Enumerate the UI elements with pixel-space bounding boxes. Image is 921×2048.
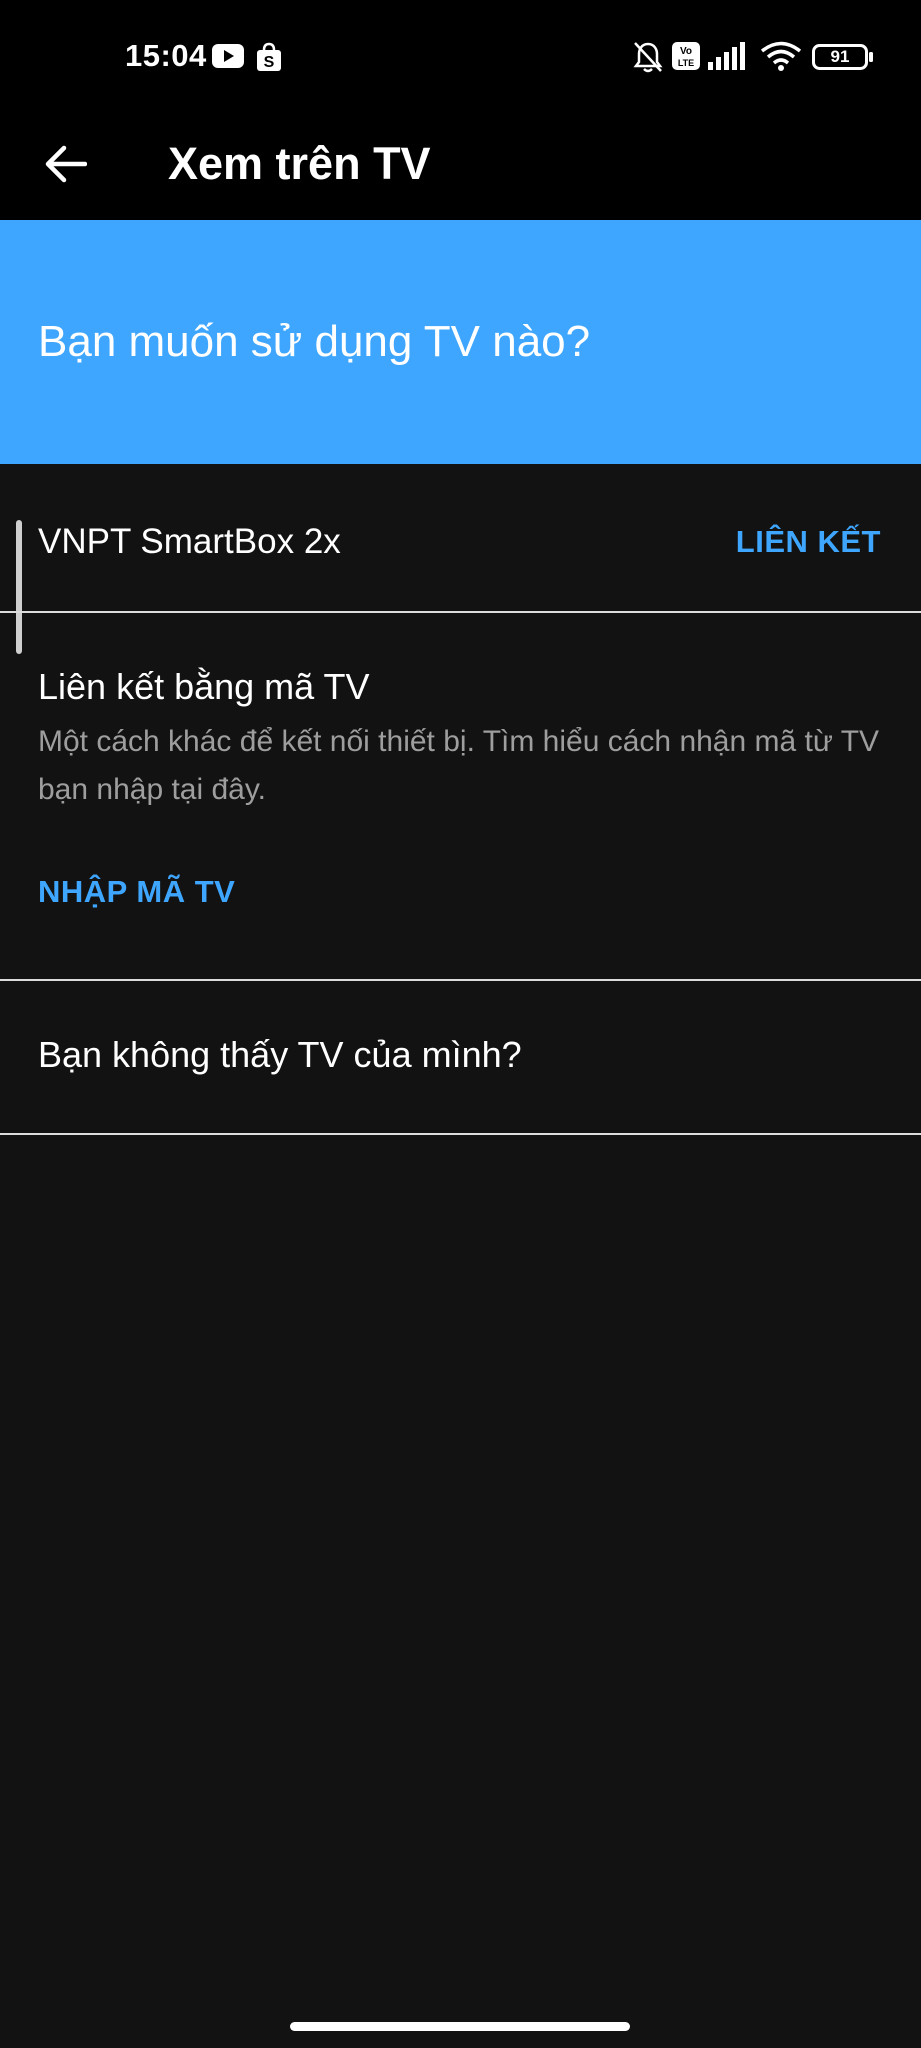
status-bar: 15:04 S Vo LTE 91 <box>0 0 921 112</box>
svg-text:S: S <box>264 54 275 71</box>
divider <box>0 1133 921 1135</box>
tv-not-found-row[interactable]: Bạn không thấy TV của mình? <box>0 980 921 1130</box>
shopee-icon: S <box>256 42 282 77</box>
bell-off-icon <box>632 40 664 79</box>
app-bar: Xem trên TV <box>0 112 921 220</box>
home-indicator[interactable] <box>290 2022 630 2031</box>
battery-icon: 91 <box>812 44 874 70</box>
battery-level: 91 <box>830 47 850 66</box>
tv-code-title: Liên kết bằng mã TV <box>38 666 370 707</box>
back-button[interactable] <box>34 132 98 196</box>
page-title: Xem trên TV <box>168 138 431 189</box>
divider <box>0 611 921 613</box>
volte-icon: Vo LTE <box>672 42 700 75</box>
device-row[interactable]: VNPT SmartBox 2x LIÊN KẾT <box>0 480 921 612</box>
signal-icon <box>708 42 748 75</box>
tv-not-found-text: Bạn không thấy TV của mình? <box>38 1034 522 1075</box>
hero-title: Bạn muốn sử dụng TV nào? <box>38 317 591 366</box>
tv-code-description: Một cách khác để kết nối thiết bị. Tìm h… <box>38 725 880 806</box>
hero-banner: Bạn muốn sử dụng TV nào? <box>0 220 921 464</box>
tv-code-section: Liên kết bằng mã TV Một cách khác để kết… <box>0 614 921 978</box>
status-time: 15:04 <box>125 38 207 73</box>
youtube-icon <box>212 44 244 73</box>
wifi-icon <box>760 40 802 77</box>
device-name: VNPT SmartBox 2x <box>38 522 341 561</box>
link-device-button[interactable]: LIÊN KẾT <box>736 480 881 604</box>
enter-tv-code-button[interactable]: NHẬP MÃ TV <box>38 874 235 910</box>
svg-text:Vo: Vo <box>680 46 692 57</box>
content: Bạn muốn sử dụng TV nào? VNPT SmartBox 2… <box>0 220 921 2048</box>
arrow-left-icon <box>45 145 87 183</box>
svg-text:LTE: LTE <box>678 58 694 68</box>
